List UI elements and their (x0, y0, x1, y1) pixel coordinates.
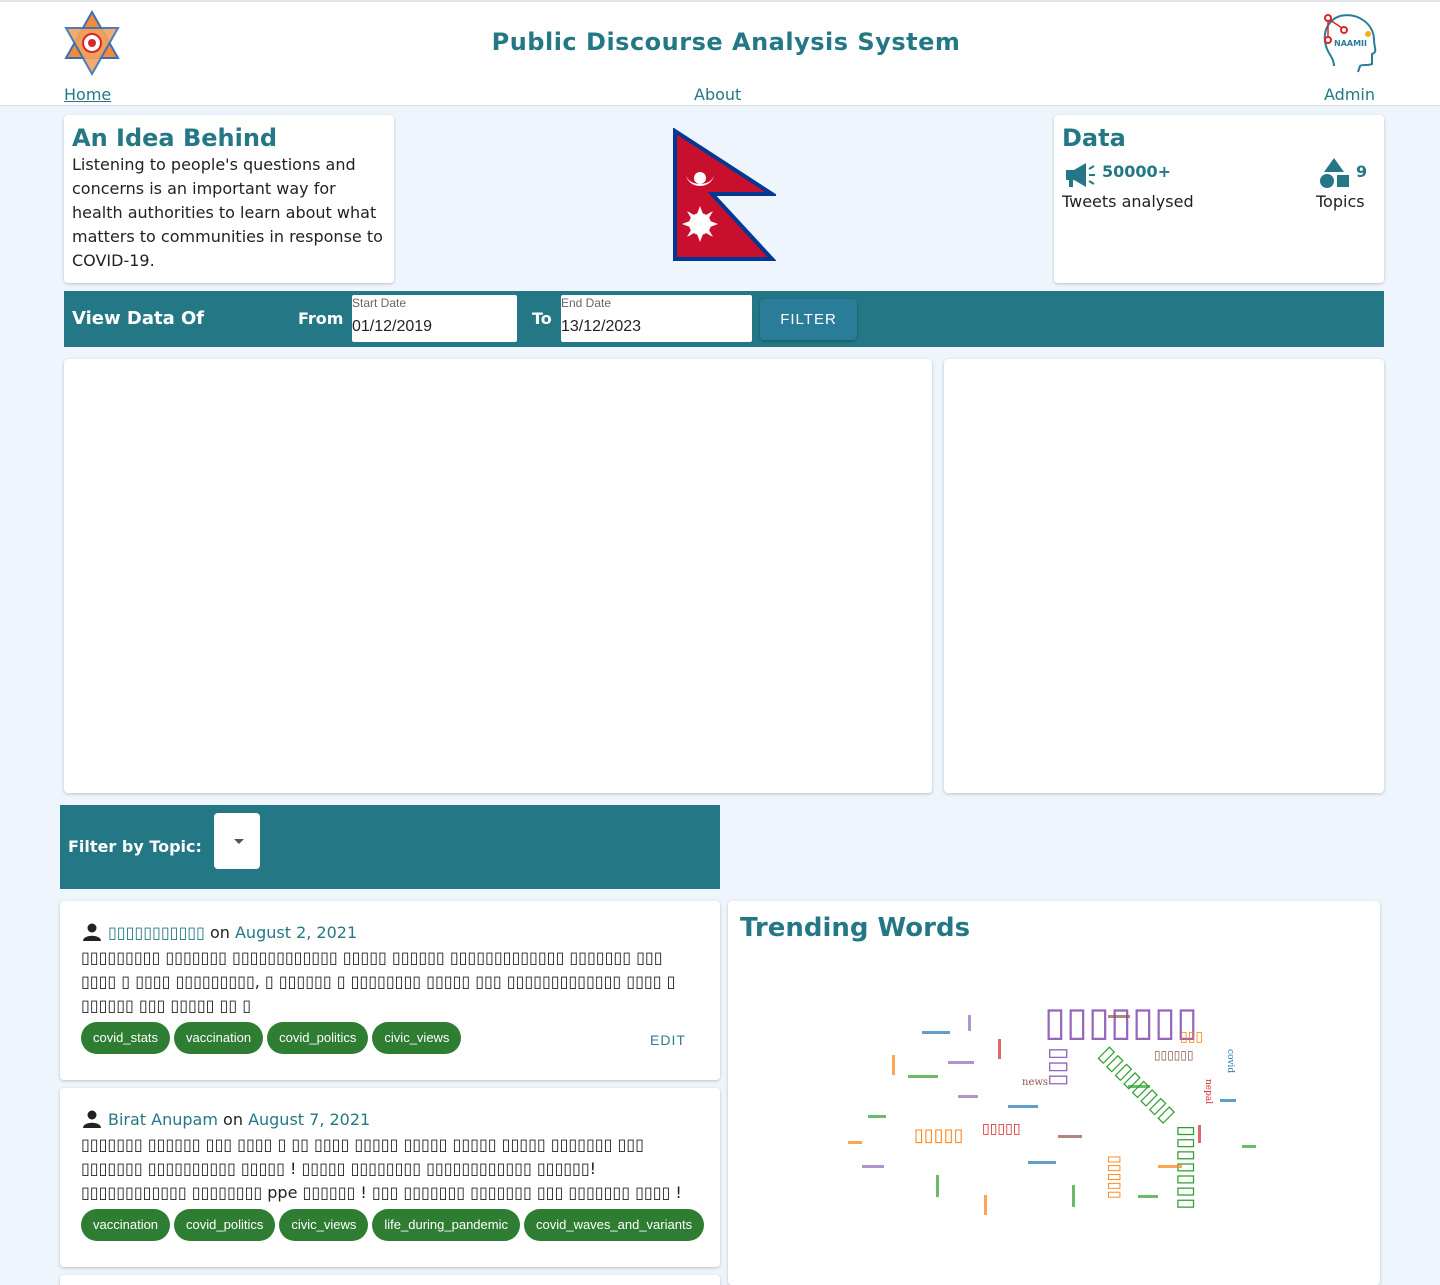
post-card: Birat Anupam on August 7, 2021 ▯▯▯▯▯▯▯ ▯… (60, 1088, 720, 1267)
post-on: on (223, 1110, 243, 1129)
idea-heading: An Idea Behind (72, 124, 278, 152)
end-date-input[interactable] (561, 318, 711, 336)
topics-label: Topics (1316, 192, 1365, 211)
naamii-logo-icon: NAAMII (1323, 14, 1377, 73)
cloud-word[interactable]: ▯▯▯▯▯▯▯ (1044, 999, 1198, 1045)
post-card: ▯▯▯▯▯▯▯▯▯▯▯ on August 2, 2021 ▯▯▯▯▯▯▯▯▯ … (60, 901, 720, 1080)
nav-about-link[interactable]: About (694, 85, 741, 104)
post-date: August 7, 2021 (248, 1110, 371, 1129)
top-header: Public Discourse Analysis System NAAMII … (0, 0, 1440, 106)
trending-heading: Trending Words (740, 913, 971, 943)
topic-tag[interactable]: covid_politics (267, 1022, 369, 1054)
cloud-word[interactable]: ▯▯▯▯▯ (914, 1125, 964, 1146)
tweets-label: Tweets analysed (1062, 192, 1194, 211)
cloud-word[interactable]: covid (1225, 1049, 1235, 1073)
post-author[interactable]: Birat Anupam (108, 1110, 218, 1129)
post-tags: covid_stats vaccination covid_politics c… (81, 1022, 462, 1054)
megaphone-icon (1066, 163, 1095, 187)
topic-tag[interactable]: covid_politics (174, 1209, 276, 1241)
topic-select[interactable] (214, 813, 260, 869)
topic-tag[interactable]: civic_views (279, 1209, 369, 1241)
page-title: Public Discourse Analysis System (491, 28, 961, 56)
topic-tag[interactable]: civic_views (372, 1022, 462, 1054)
dropdown-caret-icon (234, 839, 244, 844)
nav-home-link[interactable]: Home (64, 85, 111, 104)
topics-count: 9 (1356, 162, 1368, 181)
start-date-label: Start Date (352, 296, 407, 310)
idea-text: Listening to people's questions and conc… (72, 155, 383, 270)
idea-card: An Idea Behind Listening to people's que… (64, 115, 394, 283)
trending-words-card: Trending Words ▯▯▯▯▯▯▯ ▯▯▯▯▯▯▯▯ ▯▯▯▯▯▯▯ … (728, 901, 1380, 1285)
post-body: ▯▯▯▯▯▯▯ ▯▯▯▯▯▯ ▯▯▯ ▯▯▯▯ ▯ ▯▯ ▯▯▯▯ ▯▯▯▯▯ … (81, 1135, 682, 1202)
cloud-word[interactable]: ▯▯▯ (1046, 1047, 1074, 1087)
topic-tag[interactable]: covid_waves_and_variants (523, 1209, 705, 1241)
chart-panel-right (944, 359, 1384, 793)
shapes-icon (1320, 158, 1349, 188)
post-meta: Birat Anupam on August 7, 2021 (82, 1110, 370, 1129)
user-icon (83, 923, 101, 941)
end-date-field[interactable]: End Date (561, 295, 752, 342)
data-card: Data 50000+ Tweets analysed 9 Topics (1054, 115, 1384, 283)
cloud-word[interactable]: nepal (1203, 1079, 1213, 1104)
topic-filter-bar: Filter by Topic: (60, 805, 720, 889)
cloud-word[interactable]: ▯▯▯ (1180, 1029, 1203, 1045)
date-filter-bar: View Data Of From Start Date To End Date… (64, 291, 1384, 347)
cloud-word[interactable]: news (1022, 1077, 1048, 1088)
post-body: ▯▯▯▯▯▯▯▯▯ ▯▯▯▯▯▯▯ ▯▯▯▯▯▯▯▯▯▯▯▯ ▯▯▯▯▯ ▯▯▯… (81, 948, 676, 1015)
naamii-logo-text: NAAMII (1334, 39, 1367, 48)
cloud-word[interactable]: ▯▯▯▯▯ (1106, 1155, 1125, 1199)
post-card (60, 1275, 720, 1285)
data-heading: Data (1062, 124, 1126, 152)
post-author[interactable]: ▯▯▯▯▯▯▯▯▯▯▯ (108, 923, 205, 942)
cloud-word[interactable]: ▯▯▯▯▯ (982, 1121, 1021, 1137)
topic-filter-label: Filter by Topic: (68, 837, 202, 856)
from-label: From (298, 309, 344, 328)
tweets-count: 50000+ (1102, 162, 1172, 181)
to-label: To (532, 309, 552, 328)
edit-button[interactable]: EDIT (650, 1032, 686, 1048)
post-on: on (209, 923, 230, 942)
cloud-word[interactable]: ▯▯▯▯▯▯ (1154, 1048, 1194, 1062)
user-icon (83, 1110, 101, 1128)
chart-panel-left (64, 359, 932, 793)
filter-title: View Data Of (72, 308, 205, 329)
topic-tag[interactable]: life_during_pandemic (372, 1209, 520, 1241)
filter-button[interactable]: FILTER (760, 299, 857, 340)
word-cloud: ▯▯▯▯▯▯▯ ▯▯▯▯▯▯▯▯ ▯▯▯▯▯▯▯ ▯▯▯▯▯ ▯▯▯▯▯ ▯▯▯… (848, 999, 1256, 1215)
nav-admin-link[interactable]: Admin (1324, 85, 1375, 104)
end-date-label: End Date (561, 296, 612, 310)
post-date: August 2, 2021 (234, 923, 358, 942)
topic-tag[interactable]: vaccination (174, 1022, 264, 1054)
nepal-flag-icon (673, 128, 776, 261)
topic-tag[interactable]: vaccination (81, 1209, 171, 1241)
post-tags: vaccination covid_politics civic_views l… (81, 1209, 705, 1241)
start-date-input[interactable] (352, 318, 502, 336)
post-meta: ▯▯▯▯▯▯▯▯▯▯▯ on August 2, 2021 (82, 923, 357, 942)
topic-tag[interactable]: covid_stats (81, 1022, 171, 1054)
start-date-field[interactable]: Start Date (352, 295, 517, 342)
